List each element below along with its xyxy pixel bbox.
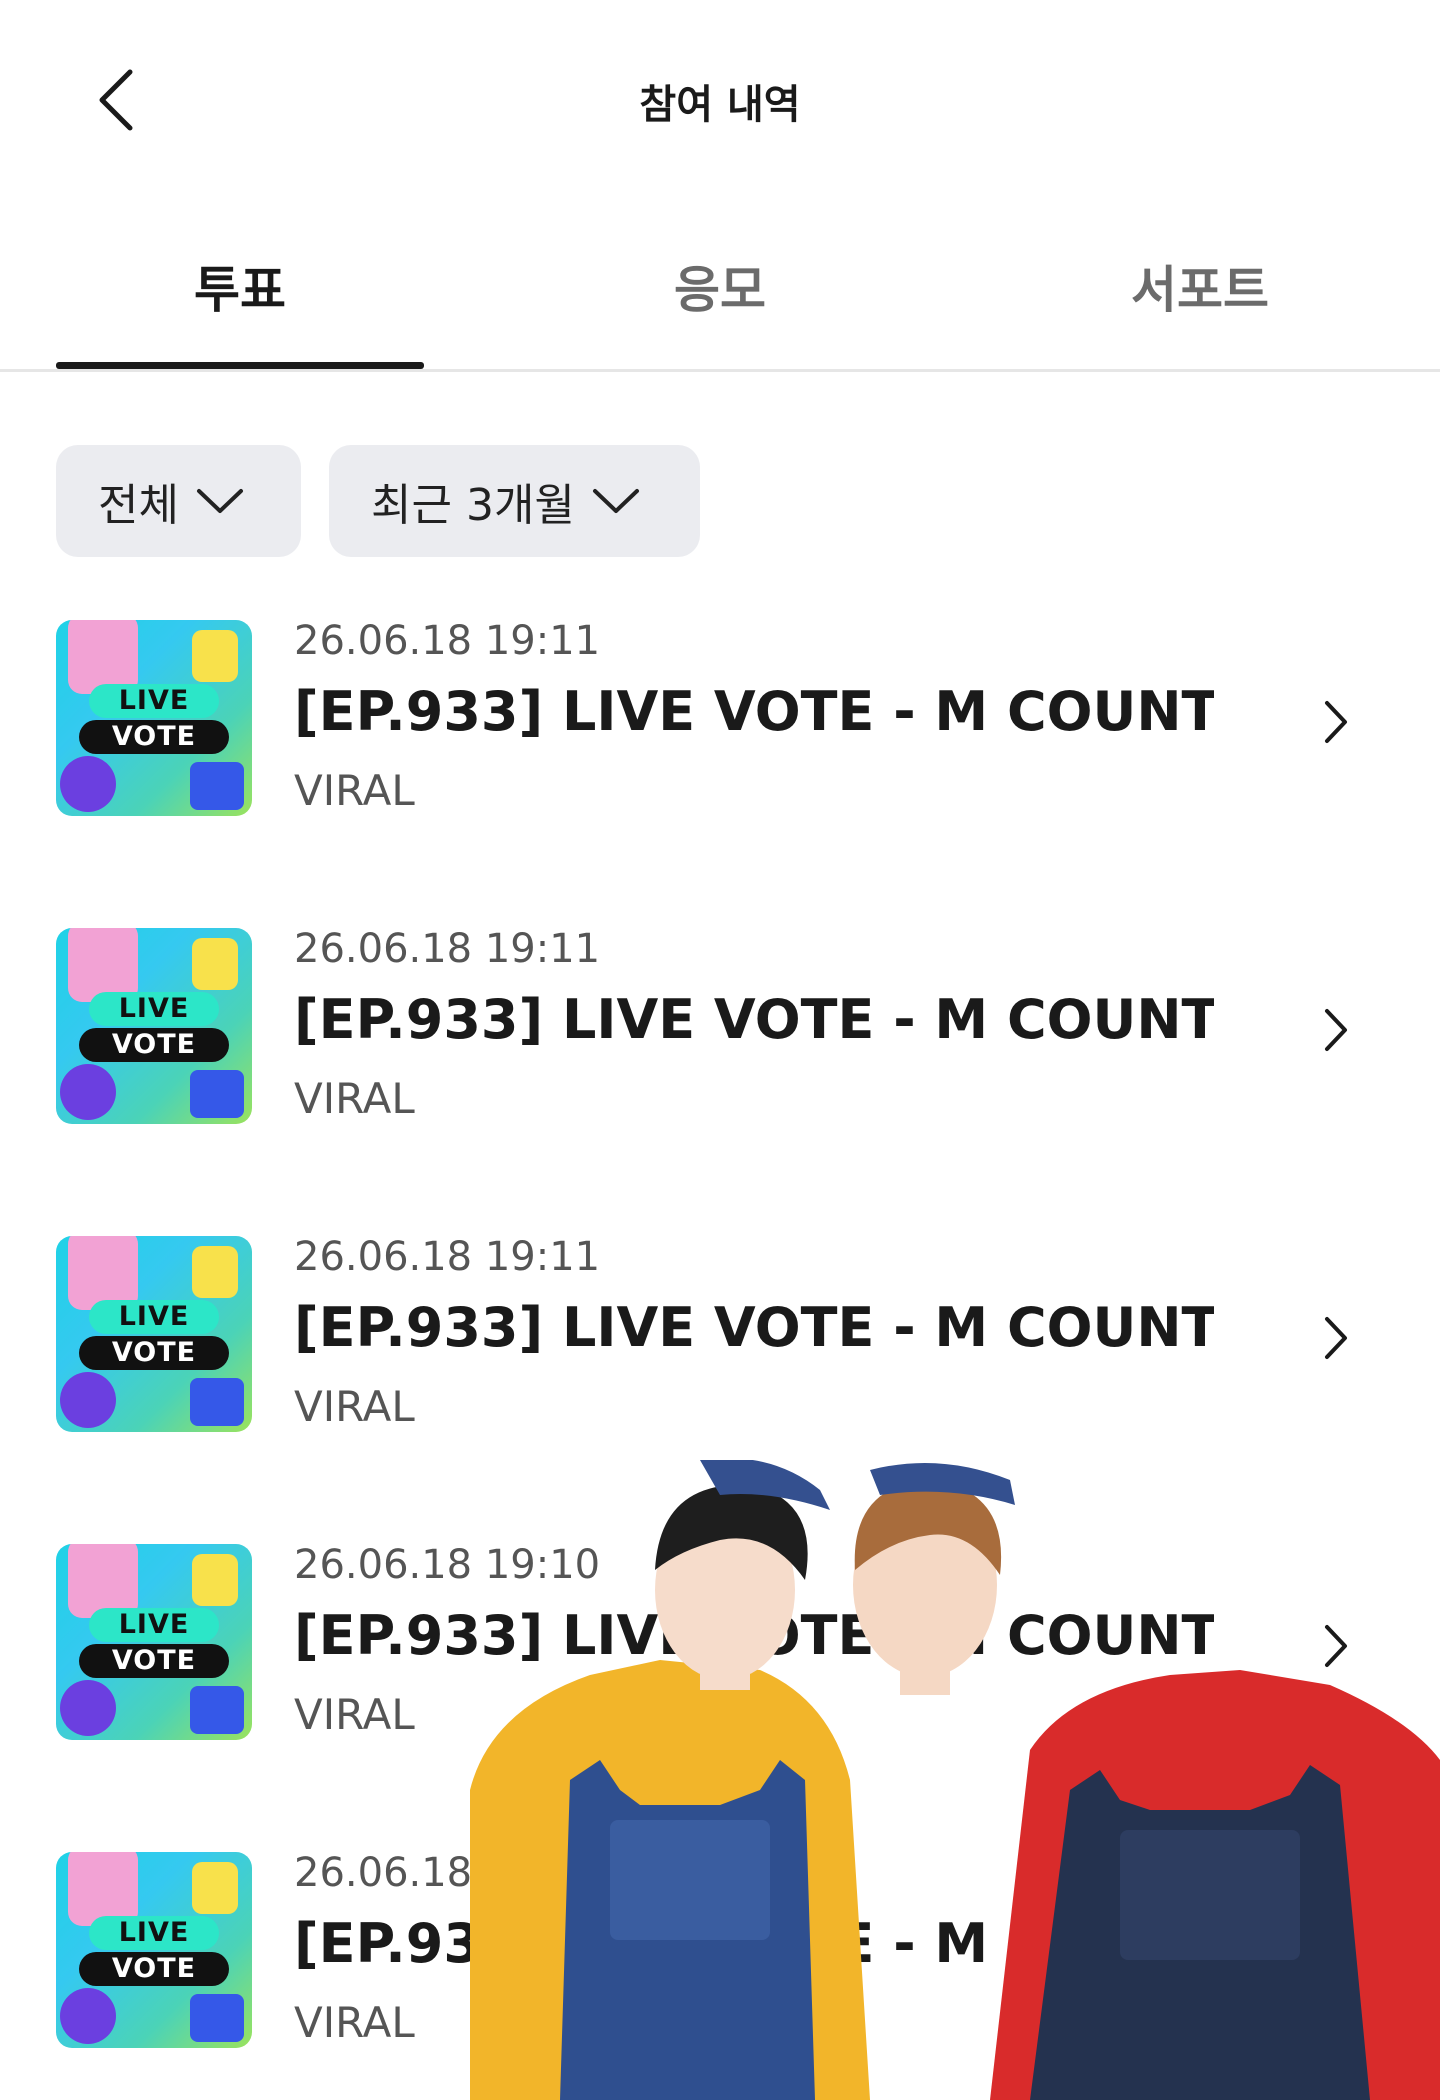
filter-label: 전체 bbox=[98, 480, 179, 531]
tab-vote[interactable]: 투표 bbox=[56, 220, 424, 369]
item-category: VIRAL bbox=[294, 766, 415, 815]
live-vote-thumbnail: LIVE VOTE bbox=[56, 1236, 252, 1432]
item-category: VIRAL bbox=[294, 1998, 415, 2047]
item-date: 26.06.18 19:11 bbox=[294, 1234, 601, 1280]
live-vote-thumbnail: LIVE VOTE bbox=[56, 1852, 252, 2048]
chevron-down-icon bbox=[591, 486, 641, 516]
live-vote-thumbnail: LIVE VOTE bbox=[56, 1544, 252, 1740]
item-title: [EP.933] LIVE VOTE - M COUNTD... bbox=[294, 680, 1214, 743]
active-tab-indicator bbox=[56, 362, 424, 369]
chevron-right-icon bbox=[1316, 1310, 1356, 1366]
tab-entry[interactable]: 응모 bbox=[536, 220, 904, 369]
tab-support[interactable]: 서포트 bbox=[1016, 220, 1384, 369]
item-title: [EP.933] LIVE VOTE - M COUNTD... bbox=[294, 1296, 1214, 1359]
item-category: VIRAL bbox=[294, 1690, 415, 1739]
item-category: VIRAL bbox=[294, 1074, 415, 1123]
filter-label: 최근 3개월 bbox=[371, 480, 575, 531]
list-item[interactable]: LIVE VOTE 26.06.18 19:11 [EP.933] LIVE VO… bbox=[0, 926, 1440, 1234]
item-date: 26.06.18 19:11 bbox=[294, 926, 601, 972]
chevron-right-icon bbox=[1316, 1002, 1356, 1058]
item-category: VIRAL bbox=[294, 1382, 415, 1431]
period-filter-dropdown[interactable]: 최근 3개월 bbox=[329, 445, 700, 557]
tab-bar: 투표 응모 서포트 bbox=[0, 220, 1440, 372]
list-item[interactable]: LIVE VOTE 26.06.18 19:11 [EP.933] LIVE VO… bbox=[0, 618, 1440, 926]
app-header: 참여 내역 bbox=[0, 0, 1440, 190]
live-vote-thumbnail: LIVE VOTE bbox=[56, 620, 252, 816]
category-filter-dropdown[interactable]: 전체 bbox=[56, 445, 301, 557]
tab-label: 서포트 bbox=[1131, 261, 1269, 319]
chevron-right-icon bbox=[1316, 694, 1356, 750]
tab-label: 투표 bbox=[194, 261, 286, 319]
page-title: 참여 내역 bbox=[639, 82, 801, 128]
item-date: 26.06.18 19:11 bbox=[294, 618, 601, 664]
tab-label: 응모 bbox=[674, 261, 766, 319]
chevron-down-icon bbox=[195, 486, 245, 516]
item-title: [EP.933] LIVE VOTE - M COUNTD... bbox=[294, 988, 1214, 1051]
live-vote-thumbnail: LIVE VOTE bbox=[56, 928, 252, 1124]
overlay-photo bbox=[470, 1458, 1440, 2100]
